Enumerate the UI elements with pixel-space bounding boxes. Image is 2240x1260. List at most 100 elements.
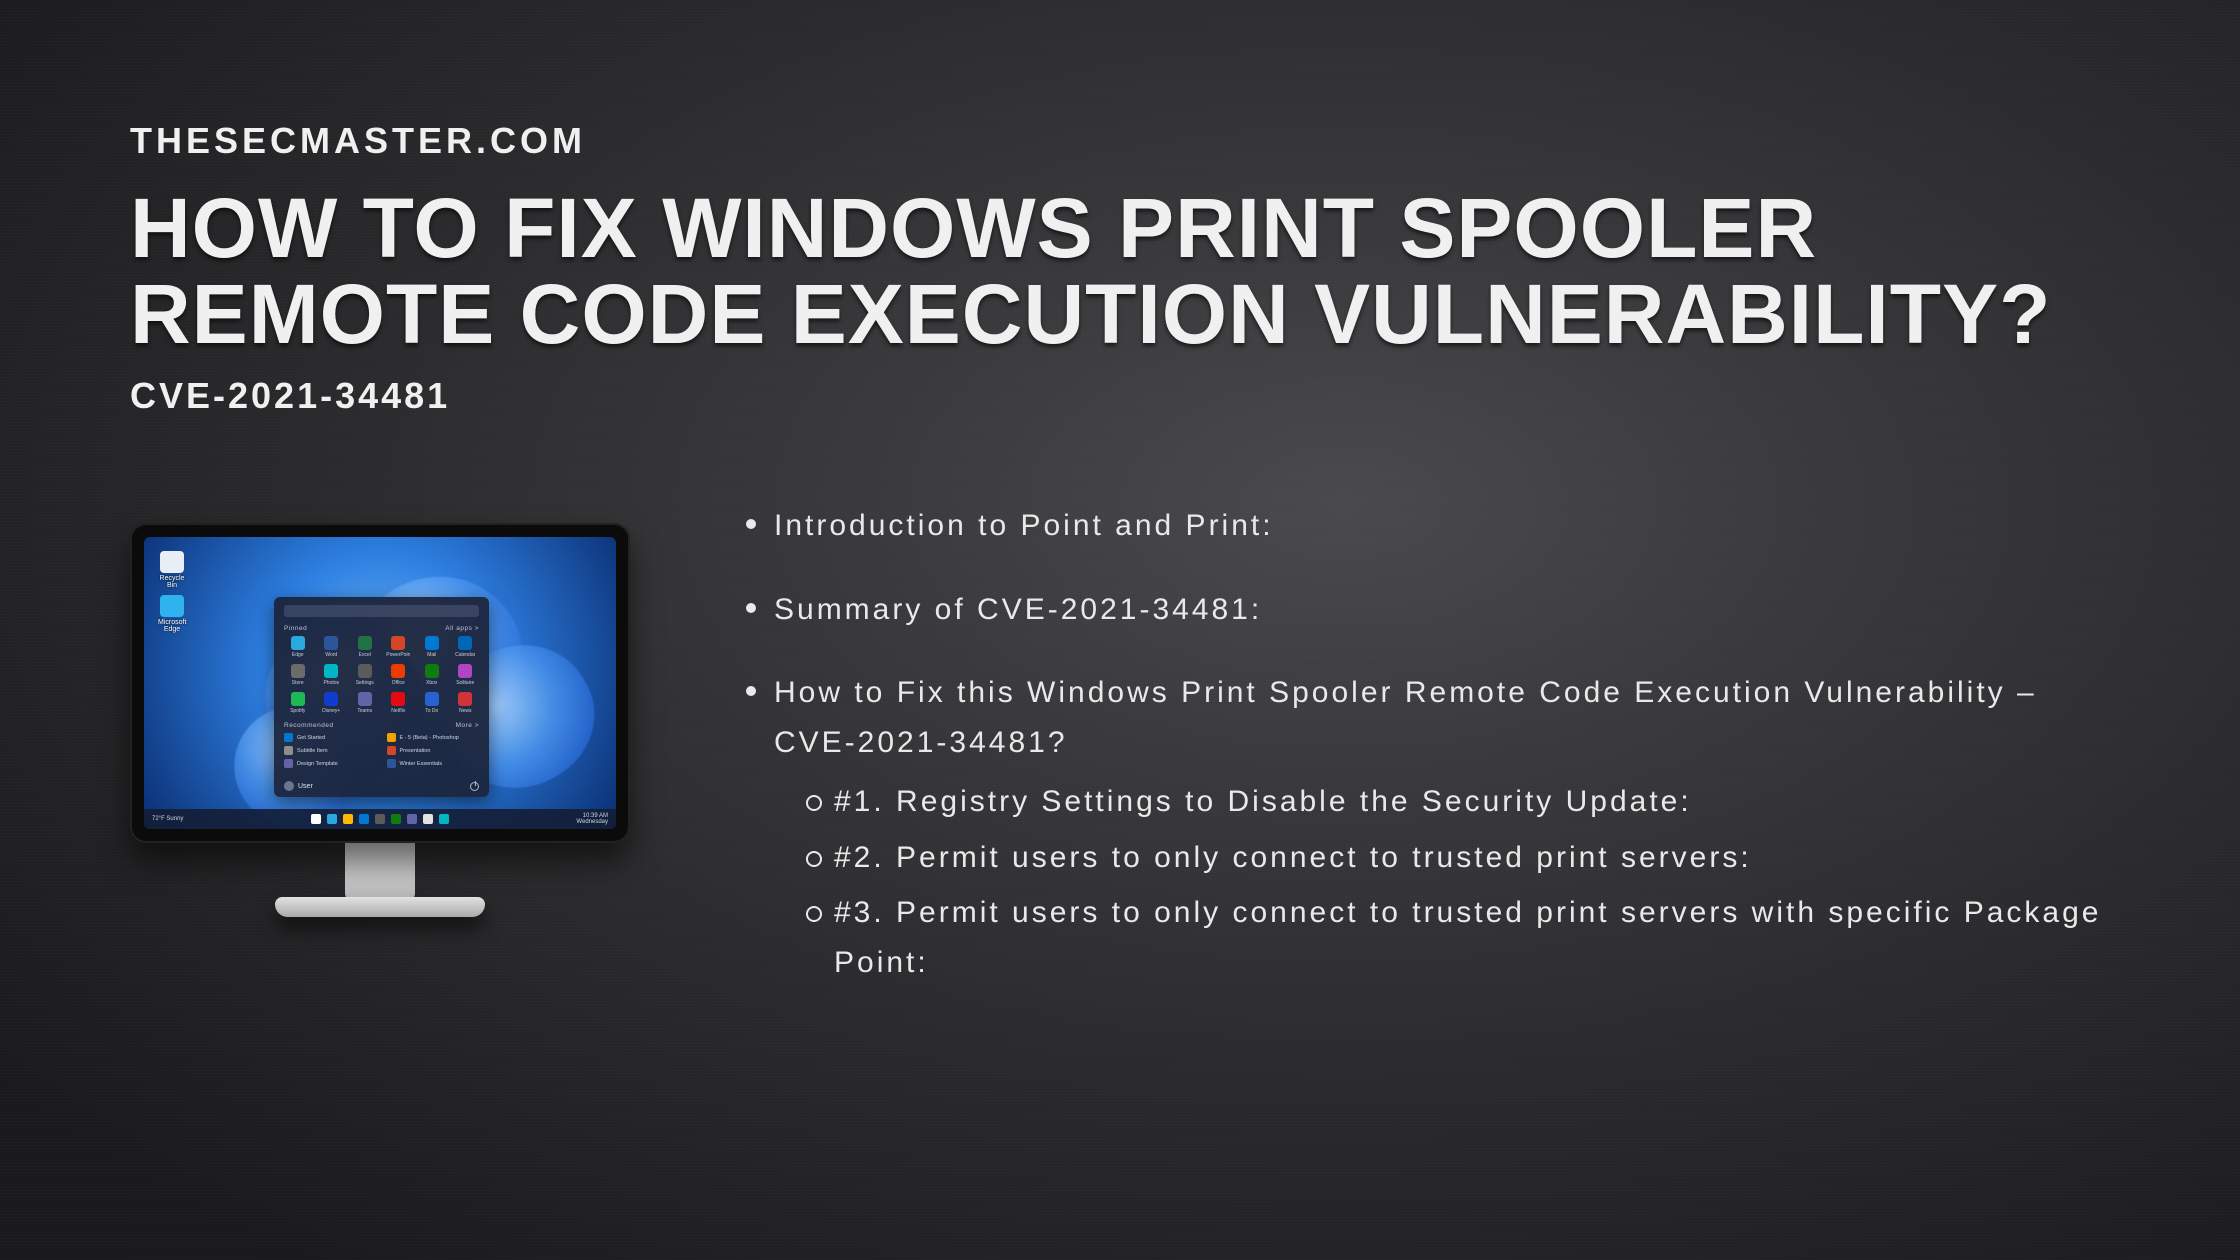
app-icon	[324, 664, 338, 678]
taskbar-app-icon	[407, 814, 417, 824]
pinned-tile: Calendar	[452, 636, 480, 658]
app-label: Photos	[323, 680, 339, 686]
weather-widget: 72°F Sunny	[152, 816, 183, 822]
recommended-item: Winter Essentials	[387, 759, 480, 768]
app-icon	[291, 692, 305, 706]
app-label: News	[459, 708, 472, 714]
start-menu: Pinned All apps > Edge Word Excel PowerPoin…	[274, 597, 489, 797]
app-label: Netflix	[391, 708, 405, 714]
file-icon	[387, 733, 396, 742]
monitor-illustration: Recycle Bin Microsoft Edge Pinned All ap…	[130, 497, 630, 917]
app-icon	[425, 636, 439, 650]
file-icon	[387, 746, 396, 755]
app-label: To Do	[425, 708, 438, 714]
pinned-tile: Settings	[351, 664, 379, 686]
app-label: Teams	[357, 708, 372, 714]
system-tray: 10:39 AM Wednesday	[576, 813, 608, 826]
monitor-stand-neck	[345, 843, 415, 903]
pinned-tile: News	[452, 692, 480, 714]
app-icon	[358, 636, 372, 650]
taskbar-icons	[311, 814, 449, 824]
pinned-tile: Solitaire	[452, 664, 480, 686]
desktop-icon: Microsoft Edge	[158, 595, 186, 627]
all-apps-label: All apps >	[445, 625, 479, 632]
app-icon	[391, 692, 405, 706]
app-label: PowerPoint	[386, 652, 410, 658]
recommended-label: Get Started	[297, 735, 325, 741]
app-icon	[391, 636, 405, 650]
pinned-tile: Disney+	[318, 692, 346, 714]
taskbar-app-icon	[439, 814, 449, 824]
app-label: Solitaire	[456, 680, 474, 686]
recommended-label: Design Template	[297, 761, 338, 767]
taskbar-app-icon	[343, 814, 353, 824]
pinned-tile: PowerPoint	[385, 636, 413, 658]
slide: THESECMASTER.COM HOW TO FIX WINDOWS PRIN…	[0, 0, 2240, 1260]
pinned-tile: Office	[385, 664, 413, 686]
app-icon	[324, 692, 338, 706]
outline: Introduction to Point and Print: Summary…	[740, 497, 2110, 1021]
desktop-icon: Recycle Bin	[158, 551, 186, 583]
outline-item: Summary of CVE-2021-34481:	[740, 585, 2110, 635]
app-label: Calendar	[455, 652, 475, 658]
content-row: Recycle Bin Microsoft Edge Pinned All ap…	[130, 497, 2110, 1021]
desktop-icon-label: Microsoft Edge	[158, 619, 186, 633]
app-icon	[458, 636, 472, 650]
pinned-tile: Mail	[418, 636, 446, 658]
recommended-list: Get Started E - 5 (Beta) - Photoshop Subti…	[284, 733, 479, 768]
file-icon	[387, 759, 396, 768]
recommended-label: Presentation	[400, 748, 431, 754]
monitor-stand-base	[275, 897, 485, 917]
taskbar-app-icon	[359, 814, 369, 824]
recommended-label: E - 5 (Beta) - Photoshop	[400, 735, 459, 741]
app-icon	[458, 664, 472, 678]
recycle-bin-icon	[160, 551, 184, 573]
outline-subitem: #1. Registry Settings to Disable the Sec…	[774, 777, 2110, 827]
pinned-label: Pinned	[284, 625, 307, 632]
file-icon	[284, 733, 293, 742]
pinned-tile: Word	[318, 636, 346, 658]
recommended-item: Get Started	[284, 733, 377, 742]
page-title: HOW TO FIX WINDOWS PRINT SPOOLER REMOTE …	[130, 186, 2090, 357]
taskbar-app-icon	[391, 814, 401, 824]
start-search	[284, 605, 479, 617]
start-footer: User	[284, 781, 479, 791]
monitor-screen: Recycle Bin Microsoft Edge Pinned All ap…	[144, 537, 616, 829]
recommended-item: Subtitle Item	[284, 746, 377, 755]
edge-icon	[160, 595, 184, 617]
pinned-tile: Spotify	[284, 692, 312, 714]
pinned-tile: Edge	[284, 636, 312, 658]
app-label: Settings	[356, 680, 374, 686]
app-icon	[425, 692, 439, 706]
taskbar: 72°F Sunny 10:39 AM Wednesday	[144, 809, 616, 829]
app-label: Edge	[292, 652, 304, 658]
app-label: Xbox	[426, 680, 437, 686]
app-icon	[425, 664, 439, 678]
outline-subitem: #3. Permit users to only connect to trus…	[774, 888, 2110, 987]
taskbar-app-icon	[375, 814, 385, 824]
recommended-label: Recommended	[284, 722, 334, 729]
pinned-tile: Store	[284, 664, 312, 686]
taskbar-app-icon	[423, 814, 433, 824]
file-icon	[284, 759, 293, 768]
app-label: Store	[292, 680, 304, 686]
user-name: User	[298, 783, 313, 790]
avatar-icon	[284, 781, 294, 791]
recommended-item: Presentation	[387, 746, 480, 755]
desktop-icon-label: Recycle Bin	[158, 575, 186, 589]
monitor-bezel: Recycle Bin Microsoft Edge Pinned All ap…	[130, 523, 630, 843]
outline-item: Introduction to Point and Print:	[740, 501, 2110, 551]
app-label: Mail	[427, 652, 436, 658]
pinned-tile: To Do	[418, 692, 446, 714]
taskbar-app-icon	[327, 814, 337, 824]
site-name: THESECMASTER.COM	[130, 120, 2110, 162]
file-icon	[284, 746, 293, 755]
pinned-tile: Xbox	[418, 664, 446, 686]
pinned-grid: Edge Word Excel PowerPoint Mail Calendar Store…	[284, 636, 479, 714]
app-label: Excel	[359, 652, 371, 658]
app-icon	[358, 664, 372, 678]
power-icon	[470, 782, 479, 791]
pinned-tile: Excel	[351, 636, 379, 658]
outline-subitem: #2. Permit users to only connect to trus…	[774, 833, 2110, 883]
app-icon	[291, 664, 305, 678]
